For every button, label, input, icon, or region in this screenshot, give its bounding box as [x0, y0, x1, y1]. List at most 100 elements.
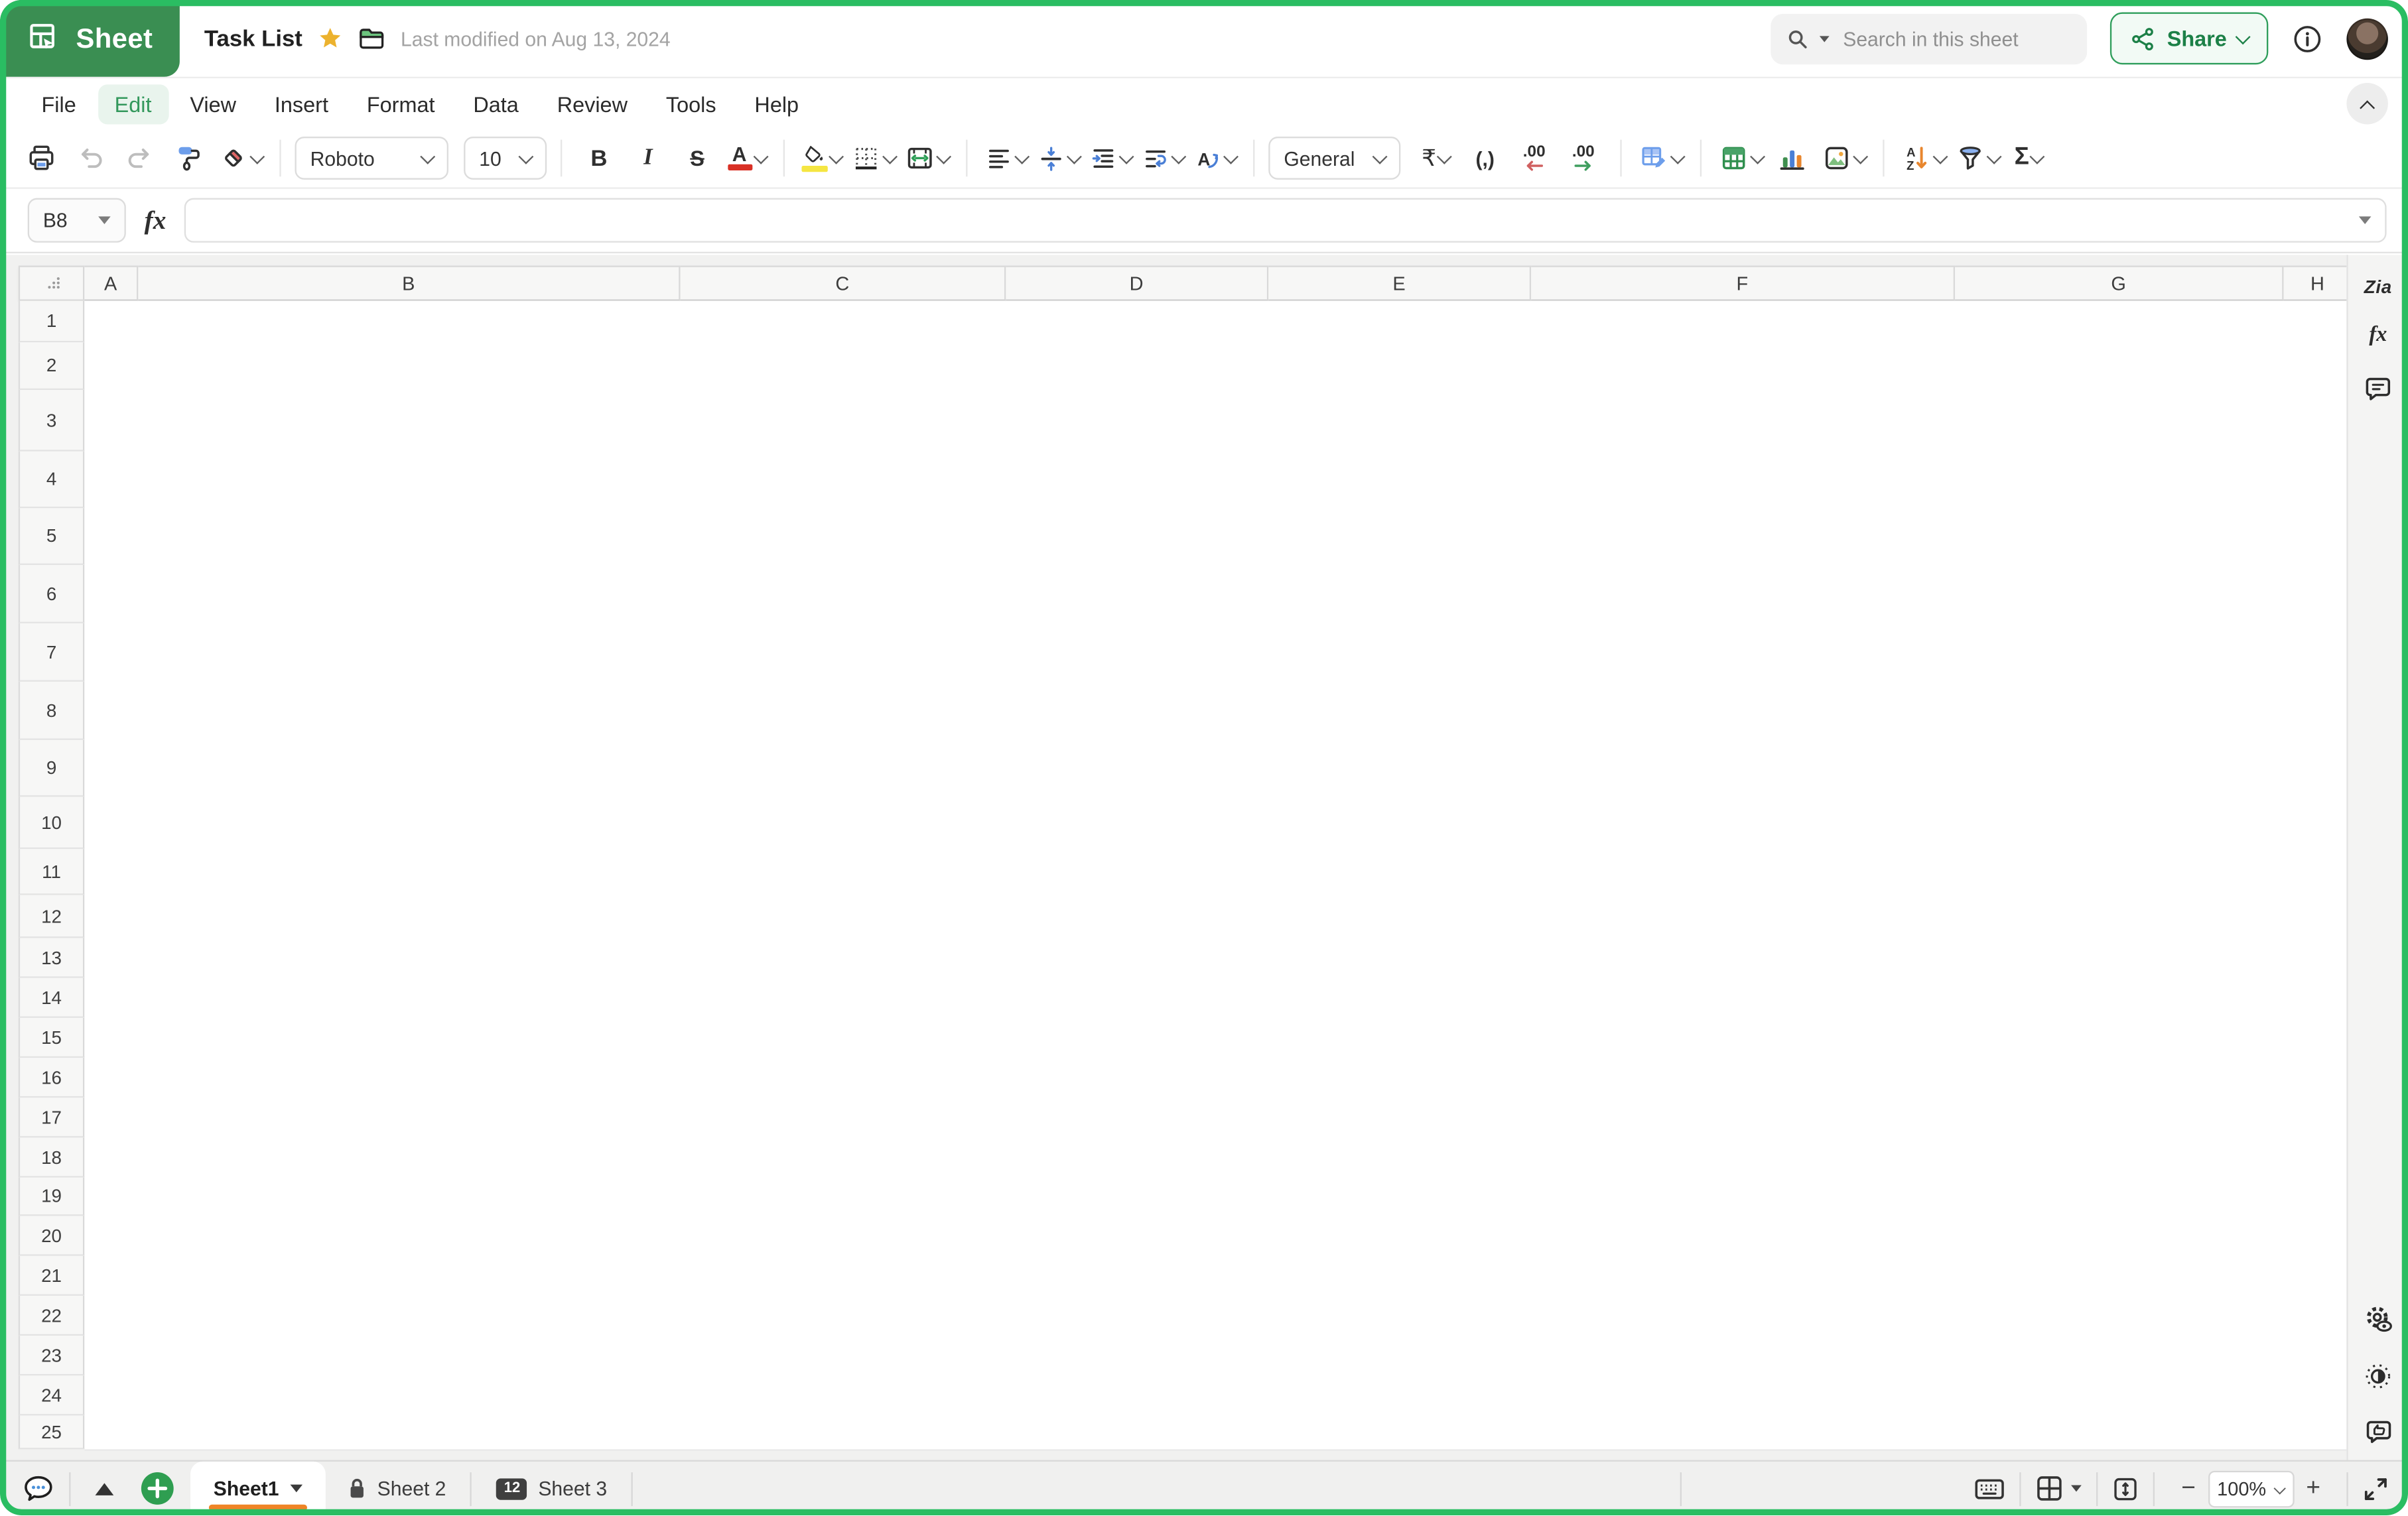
italic-button[interactable]: I: [625, 137, 671, 179]
comma-style-button[interactable]: (,): [1462, 137, 1508, 179]
row-header-2[interactable]: 2: [19, 342, 85, 390]
fill-color-button[interactable]: [799, 137, 844, 179]
number-format-select[interactable]: General: [1268, 137, 1400, 180]
conditional-format-button[interactable]: [1636, 137, 1686, 179]
row-header-10[interactable]: 10: [19, 797, 85, 850]
row-header-5[interactable]: 5: [19, 508, 85, 565]
row-header-18[interactable]: 18: [19, 1137, 85, 1177]
insert-image-button[interactable]: [1818, 137, 1869, 179]
row-header-4[interactable]: 4: [19, 452, 85, 509]
insert-table-button[interactable]: [1715, 137, 1766, 179]
row-header-1[interactable]: 1: [19, 301, 85, 343]
sort-button[interactable]: AZ: [1898, 137, 1948, 179]
menu-item-tools[interactable]: Tools: [649, 84, 733, 123]
menu-item-insert[interactable]: Insert: [257, 84, 345, 123]
fullscreen-icon[interactable]: [2362, 1475, 2390, 1503]
column-header-h[interactable]: H: [2283, 266, 2346, 301]
fit-to-screen-button[interactable]: [2112, 1475, 2140, 1503]
row-header-21[interactable]: 21: [19, 1256, 85, 1296]
split-view-button[interactable]: [2035, 1474, 2083, 1503]
sheet-tab-sheet1[interactable]: Sheet1: [190, 1462, 325, 1515]
formula-input[interactable]: [200, 208, 2359, 233]
row-header-3[interactable]: 3: [19, 390, 85, 452]
print-button[interactable]: [19, 137, 64, 179]
row-header-22[interactable]: 22: [19, 1296, 85, 1336]
row-header-6[interactable]: 6: [19, 565, 85, 623]
horizontal-align-button[interactable]: [981, 137, 1030, 179]
share-button[interactable]: Share: [2110, 13, 2268, 65]
folder-icon[interactable]: [358, 26, 385, 50]
user-avatar[interactable]: [2346, 18, 2388, 60]
insert-chart-button[interactable]: [1769, 137, 1815, 179]
row-header-19[interactable]: 19: [19, 1178, 85, 1216]
comments-panel-icon[interactable]: [2364, 375, 2393, 403]
bold-button[interactable]: B: [576, 137, 622, 179]
view-settings-icon[interactable]: [2363, 1305, 2393, 1336]
column-header-d[interactable]: D: [1006, 266, 1268, 301]
merge-cells-button[interactable]: [902, 137, 952, 179]
info-icon[interactable]: [2291, 23, 2324, 55]
row-header-25[interactable]: 25: [19, 1415, 85, 1449]
sheet-list-button[interactable]: [84, 1481, 124, 1496]
zoom-in-button[interactable]: +: [2294, 1476, 2333, 1501]
grid-canvas[interactable]: [84, 301, 2346, 1451]
row-header-14[interactable]: 14: [19, 978, 85, 1018]
feedback-icon[interactable]: [2363, 1417, 2393, 1446]
sheet-tab-caret[interactable]: [290, 1485, 302, 1493]
eraser-button[interactable]: [215, 137, 265, 179]
row-header-8[interactable]: 8: [19, 682, 85, 740]
undo-button[interactable]: [68, 137, 113, 179]
sum-button[interactable]: Σ: [2005, 137, 2051, 179]
column-header-a[interactable]: A: [84, 266, 138, 301]
row-header-7[interactable]: 7: [19, 623, 85, 682]
strikethrough-button[interactable]: S: [674, 137, 720, 179]
menu-item-edit[interactable]: Edit: [98, 84, 168, 123]
search-options-caret[interactable]: [1820, 35, 1830, 41]
menu-item-format[interactable]: Format: [350, 84, 452, 123]
menu-item-help[interactable]: Help: [738, 84, 816, 123]
search-box[interactable]: [1771, 13, 2087, 64]
keyboard-icon[interactable]: [1974, 1475, 2007, 1503]
row-header-23[interactable]: 23: [19, 1336, 85, 1375]
row-header-16[interactable]: 16: [19, 1058, 85, 1098]
sheet-tab-sheet2[interactable]: Sheet 2: [325, 1462, 468, 1515]
select-all-corner[interactable]: [19, 266, 85, 301]
collapse-toolbar-button[interactable]: [2346, 83, 2388, 125]
row-header-17[interactable]: 17: [19, 1098, 85, 1137]
decrease-decimal-button[interactable]: .00: [1511, 137, 1557, 179]
cell-name-box[interactable]: B8: [28, 198, 126, 243]
functions-panel-icon[interactable]: fx: [2369, 324, 2387, 348]
column-header-c[interactable]: C: [681, 266, 1006, 301]
column-header-b[interactable]: B: [138, 266, 680, 301]
row-header-20[interactable]: 20: [19, 1216, 85, 1256]
menu-item-file[interactable]: File: [25, 84, 93, 123]
theme-contrast-icon[interactable]: [2364, 1361, 2393, 1391]
row-header-9[interactable]: 9: [19, 740, 85, 797]
menu-item-data[interactable]: Data: [456, 84, 535, 123]
indent-button[interactable]: [1086, 137, 1135, 179]
currency-format-button[interactable]: ₹: [1413, 137, 1459, 179]
document-title[interactable]: Task List: [204, 25, 302, 51]
column-header-g[interactable]: G: [1955, 266, 2283, 301]
text-rotation-button[interactable]: A: [1190, 137, 1239, 179]
menu-item-review[interactable]: Review: [540, 84, 644, 123]
font-family-select[interactable]: Roboto: [295, 137, 448, 180]
filter-button[interactable]: [1952, 137, 2002, 179]
app-logo[interactable]: Sheet: [0, 0, 180, 77]
zoom-out-button[interactable]: −: [2169, 1476, 2208, 1501]
increase-decimal-button[interactable]: .00: [1560, 137, 1606, 179]
row-header-24[interactable]: 24: [19, 1375, 85, 1415]
chat-icon[interactable]: [0, 1473, 55, 1503]
font-size-select[interactable]: 10: [464, 137, 547, 180]
format-painter-button[interactable]: [166, 137, 212, 179]
redo-button[interactable]: [117, 137, 163, 179]
column-header-e[interactable]: E: [1268, 266, 1531, 301]
row-header-13[interactable]: 13: [19, 938, 85, 978]
formula-expand-caret[interactable]: [2359, 216, 2372, 224]
row-header-15[interactable]: 15: [19, 1018, 85, 1058]
row-header-11[interactable]: 11: [19, 849, 85, 895]
zoom-level-select[interactable]: 100%: [2208, 1470, 2294, 1507]
search-input[interactable]: [1840, 25, 2046, 51]
vertical-align-button[interactable]: [1034, 137, 1083, 179]
row-header-12[interactable]: 12: [19, 895, 85, 938]
